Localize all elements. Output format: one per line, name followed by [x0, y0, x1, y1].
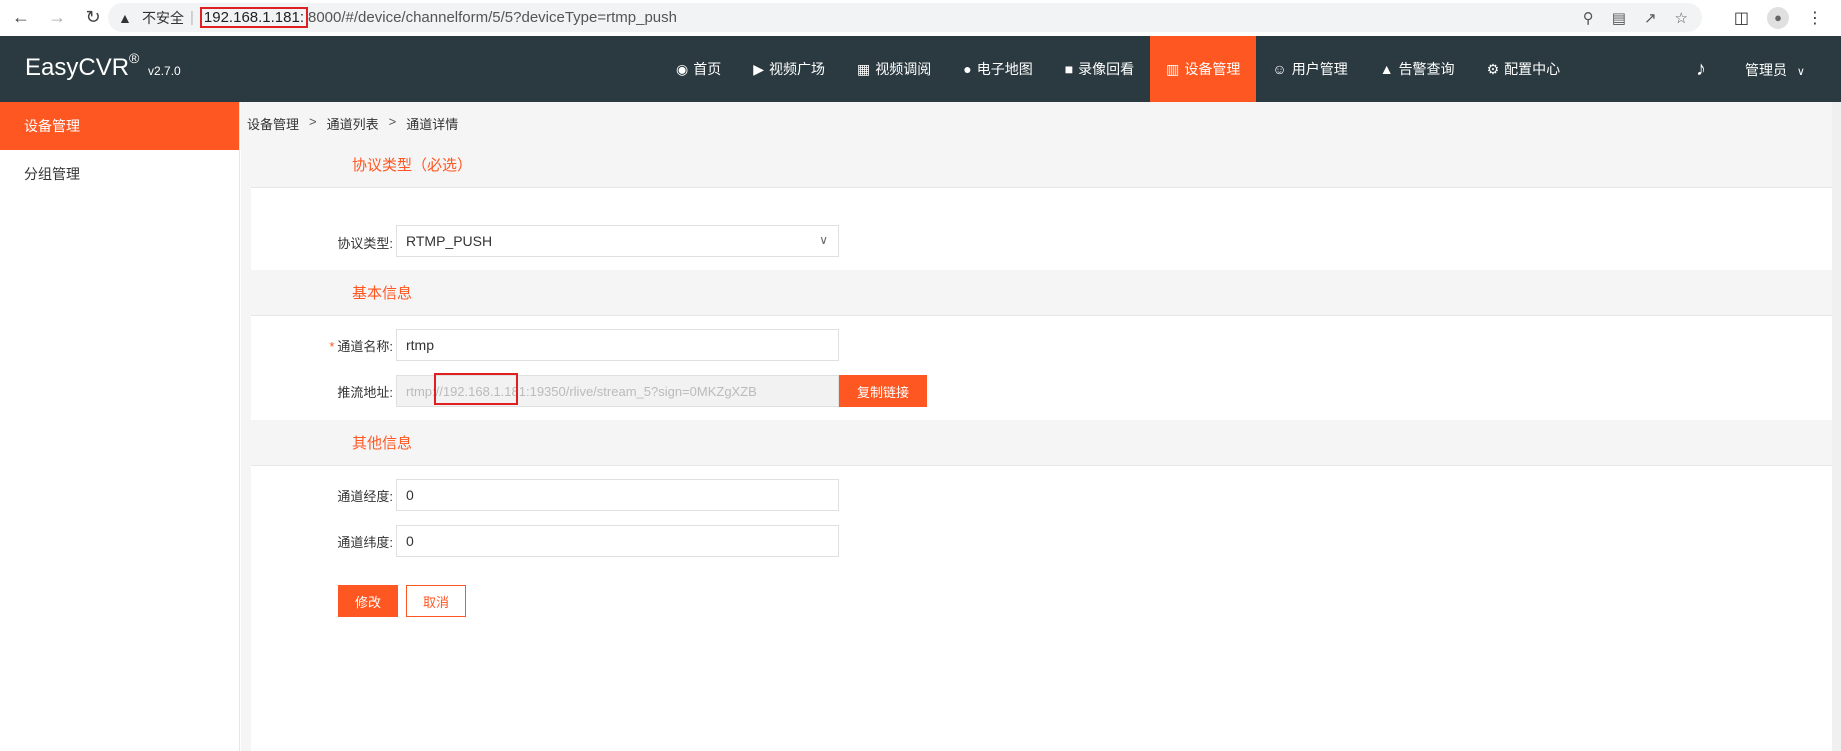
nav-label: 告警查询: [1398, 61, 1455, 77]
latitude-input[interactable]: 0: [396, 525, 839, 557]
nav-label: 首页: [693, 61, 722, 77]
address-bar[interactable]: ▲ 不安全 | 192.168.1.181: 8000/#/device/cha…: [108, 3, 1702, 32]
user-icon: ☺: [1272, 61, 1287, 77]
app-header: EasyCVR® v2.7.0 ◉ 首页 ▶ 视频广场 ▦ 视频调阅 ● 电子地图 ■ 录…: [0, 36, 1841, 102]
scrollbar[interactable]: [1832, 102, 1841, 751]
required-mark: *: [329, 339, 335, 354]
nav-video-view[interactable]: ▦ 视频调阅: [841, 36, 947, 102]
protocol-select[interactable]: RTMP_PUSH ∨: [396, 225, 839, 257]
latitude-label: 通道纬度:: [337, 535, 393, 550]
form-card: 协议类型（必选） 协议类型: RTMP_PUSH ∨ 基本信息 * 通道名称: r…: [251, 142, 1832, 751]
nav-label: 用户管理: [1291, 61, 1348, 77]
nav-label: 配置中心: [1504, 61, 1561, 77]
admin-menu[interactable]: 管理员 ∨: [1745, 60, 1805, 80]
grid-icon: ▦: [857, 60, 871, 77]
section-title: 协议类型（必选）: [352, 157, 473, 174]
longitude-value: 0: [406, 487, 414, 503]
nav-label: 设备管理: [1184, 61, 1241, 77]
version-label: v2.7.0: [148, 64, 181, 78]
section-title: 其他信息: [352, 435, 413, 452]
reload-icon[interactable]: ↻: [80, 5, 106, 31]
protocol-value: RTMP_PUSH: [406, 233, 493, 249]
push-label: 推流地址:: [337, 385, 393, 400]
nav-home[interactable]: ◉ 首页: [660, 36, 737, 102]
nav-playback[interactable]: ■ 录像回看: [1049, 36, 1150, 102]
section-title: 基本信息: [352, 285, 413, 302]
nav-label: 电子地图: [976, 61, 1033, 77]
copy-link-button[interactable]: 复制链接: [839, 375, 927, 407]
nav-user[interactable]: ☺ 用户管理: [1256, 36, 1363, 102]
star-icon[interactable]: ☆: [1675, 9, 1688, 27]
logo-mark: ®: [129, 50, 140, 66]
highlight-box: [434, 373, 518, 405]
warning-icon: ▲: [118, 9, 132, 26]
main-content: 设备管理 > 通道列表 > 通道详情 协议类型（必选） 协议类型: RTMP_P…: [241, 102, 1832, 751]
sidebar-item-label: 设备管理: [24, 118, 80, 134]
profile-icon[interactable]: ●: [1767, 6, 1789, 29]
section-protocol: 协议类型（必选）: [251, 142, 1832, 188]
side-panel-icon[interactable]: ◫: [1734, 8, 1749, 28]
nav-label: 视频广场: [769, 61, 825, 77]
device-icon: ▥: [1166, 60, 1180, 77]
cancel-button[interactable]: 取消: [406, 585, 466, 617]
longitude-input[interactable]: 0: [396, 479, 839, 511]
breadcrumb-item[interactable]: 设备管理: [247, 114, 299, 133]
name-label: * 通道名称:: [233, 336, 393, 355]
sidebar-item-device[interactable]: 设备管理: [0, 102, 239, 150]
dashboard-icon: ◉: [676, 60, 689, 77]
insecure-label: 不安全: [142, 9, 184, 26]
nav-label: 视频调阅: [875, 61, 932, 77]
sidebar: 设备管理 分组管理: [0, 102, 240, 751]
nav-video-square[interactable]: ▶ 视频广场: [737, 36, 841, 102]
name-input[interactable]: rtmp: [396, 329, 839, 361]
translate-icon[interactable]: ▤: [1612, 9, 1626, 27]
breadcrumb: 设备管理 > 通道列表 > 通道详情: [247, 114, 458, 133]
logo-text: EasyCVR: [25, 54, 130, 81]
breadcrumb-item: 通道详情: [406, 117, 459, 132]
logo[interactable]: EasyCVR® v2.7.0: [25, 50, 181, 82]
key-icon[interactable]: ⚲: [1583, 9, 1594, 27]
longitude-label: 通道经度:: [337, 489, 393, 504]
section-basic: 基本信息: [251, 270, 1832, 316]
share-icon[interactable]: ↗: [1644, 9, 1657, 27]
nav-label: 录像回看: [1078, 61, 1135, 77]
breadcrumb-separator: >: [309, 114, 317, 129]
url-host: 192.168.1.181:: [199, 7, 308, 28]
latitude-value: 0: [406, 533, 414, 549]
divider: |: [190, 9, 194, 26]
name-label-text: 通道名称:: [337, 339, 393, 354]
nav-alarm[interactable]: ▲ 告警查询: [1364, 36, 1471, 102]
play-icon: ▶: [753, 60, 764, 77]
forward-icon[interactable]: →: [44, 5, 70, 31]
nav-map[interactable]: ● 电子地图: [947, 36, 1048, 102]
protocol-label: 协议类型:: [337, 236, 393, 251]
gear-icon: ⚙: [1486, 60, 1500, 77]
chevron-down-icon: ∨: [819, 233, 828, 247]
menu-icon[interactable]: ⋮: [1807, 8, 1823, 28]
sidebar-item-group[interactable]: 分组管理: [0, 150, 239, 198]
top-nav: ◉ 首页 ▶ 视频广场 ▦ 视频调阅 ● 电子地图 ■ 录像回看 ▥ 设备管理 ☺ 用户管理 …: [660, 36, 1576, 102]
back-icon[interactable]: ←: [8, 5, 34, 31]
browser-toolbar: ← → ↻ ▲ 不安全 | 192.168.1.181: 8000/#/devi…: [0, 0, 1841, 35]
name-value: rtmp: [406, 337, 434, 353]
section-other: 其他信息: [251, 420, 1832, 466]
breadcrumb-item[interactable]: 通道列表: [327, 114, 379, 133]
sidebar-item-label: 分组管理: [24, 166, 80, 182]
nav-device[interactable]: ▥ 设备管理: [1150, 36, 1257, 102]
video-camera-icon: ■: [1064, 61, 1074, 77]
breadcrumb-separator: >: [388, 114, 397, 129]
url-path: 8000/#/device/channelform/5/5?deviceType…: [308, 9, 677, 26]
chevron-down-icon: ∨: [1796, 66, 1805, 78]
map-pin-icon: ●: [963, 61, 972, 77]
submit-button[interactable]: 修改: [338, 585, 398, 617]
nav-config[interactable]: ⚙ 配置中心: [1471, 36, 1577, 102]
bell-icon[interactable]: ♪: [1696, 58, 1706, 81]
admin-label: 管理员: [1745, 62, 1787, 78]
alarm-icon: ▲: [1379, 61, 1394, 77]
